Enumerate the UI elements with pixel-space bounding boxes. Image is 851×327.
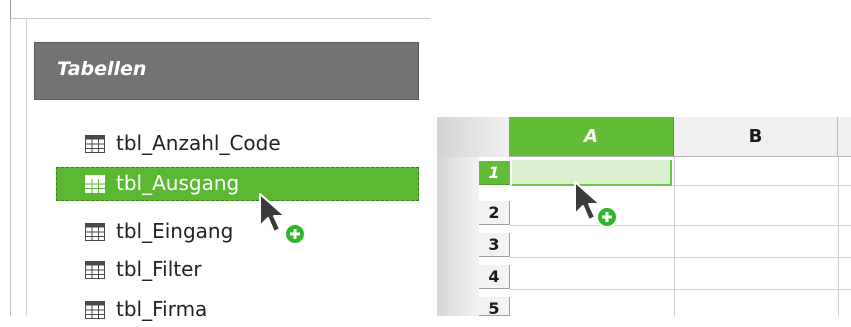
tree-item-tbl-filter[interactable]: tbl_Filter <box>56 253 419 287</box>
row-header-5[interactable]: 5 <box>479 297 510 318</box>
tree-item-tbl-firma[interactable]: tbl_Firma <box>56 293 419 327</box>
row-header-4[interactable]: 4 <box>479 265 510 289</box>
row-gridline <box>510 257 851 258</box>
navigator-panel: Tabellen tbl_Anzahl_Code tbl_Ausgang tbl… <box>0 0 431 321</box>
row-gridline <box>510 225 851 226</box>
drag-copy-cursor-icon <box>259 193 306 245</box>
tree-item-label: tbl_Anzahl_Code <box>116 131 281 155</box>
row-header-3[interactable]: 3 <box>479 233 510 257</box>
row-gridline <box>510 289 851 290</box>
column-header-c-partial[interactable] <box>838 117 851 157</box>
table-icon <box>85 135 105 153</box>
column-gridline <box>674 157 675 316</box>
panel-border-inner <box>26 18 27 316</box>
tree-item-tbl-anzahl-code[interactable]: tbl_Anzahl_Code <box>56 127 419 161</box>
spreadsheet-grid: A B 1 2 3 4 5 <box>437 117 851 318</box>
navigator-top-frame <box>10 0 431 19</box>
row-header-2[interactable]: 2 <box>479 201 510 225</box>
table-icon <box>85 223 105 241</box>
tree-item-label: tbl_Ausgang <box>116 171 240 195</box>
table-icon <box>85 301 105 319</box>
tree-item-label: tbl_Filter <box>116 257 202 281</box>
column-header-b[interactable]: B <box>674 117 838 157</box>
column-header-a[interactable]: A <box>509 117 674 157</box>
select-all-corner[interactable] <box>437 117 509 157</box>
section-title: Tabellen <box>57 58 147 80</box>
tree-item-tbl-eingang[interactable]: tbl_Eingang <box>56 215 419 249</box>
row-header-1[interactable]: 1 <box>479 161 510 185</box>
row-header-gutter <box>437 157 479 316</box>
tree-item-label: tbl_Firma <box>116 297 208 321</box>
tree-item-tbl-ausgang[interactable]: tbl_Ausgang <box>56 167 419 201</box>
section-header-tabellen[interactable]: Tabellen <box>34 42 419 100</box>
drag-copy-cursor-icon <box>574 181 618 228</box>
column-gridline <box>838 157 839 316</box>
table-icon <box>85 261 105 279</box>
panel-border <box>10 18 11 316</box>
tree-item-label: tbl_Eingang <box>116 219 234 243</box>
table-icon <box>85 175 105 193</box>
